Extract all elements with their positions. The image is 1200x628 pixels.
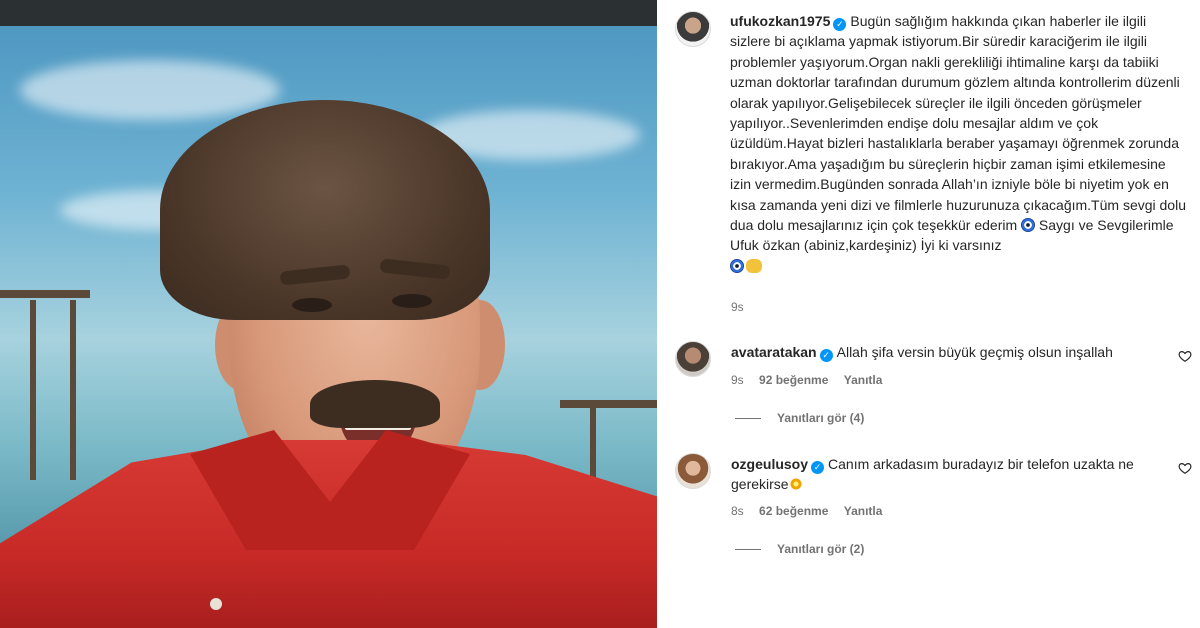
cloud (20, 60, 280, 120)
heart-outline-icon[interactable] (1178, 461, 1192, 475)
evil-eye-emoji-icon (1021, 218, 1036, 233)
comments-panel: ufukozkan1975 ✓ Bugün sağlığım hakkında çı… (657, 0, 1200, 628)
author-avatar[interactable] (675, 11, 711, 47)
heart-hands-emoji-icon (746, 258, 762, 273)
shirt-button (210, 598, 222, 610)
comment-likes[interactable]: 92 beğenme (759, 373, 828, 387)
comment-likes[interactable]: 62 beğenme (759, 504, 828, 518)
reply-button[interactable]: Yanıtla (844, 373, 883, 387)
evil-eye-emoji-icon (730, 258, 744, 273)
view-replies-button[interactable]: Yanıtları gör (4) (735, 411, 864, 425)
comment-avatar[interactable] (675, 453, 711, 489)
verified-badge-icon: ✓ (819, 349, 833, 362)
image-top-bar (0, 0, 657, 26)
post-caption: ufukozkan1975 ✓ Bugün sağlığım hakkında çı… (730, 11, 1190, 276)
pier-rail (0, 290, 90, 298)
reply-button[interactable]: Yanıtla (844, 504, 883, 518)
caption-text: Bugün sağlığım hakkında çıkan haberler i… (730, 13, 1186, 234)
view-replies-label: Yanıtları gör (4) (777, 411, 865, 425)
eye (292, 298, 332, 312)
comment-username[interactable]: avataratakan (731, 344, 817, 360)
mustache (310, 380, 440, 428)
pier-rail (560, 400, 657, 408)
comment-text: Allah şifa versin büyük geçmiş olsun inş… (836, 344, 1113, 360)
pier-post (30, 300, 36, 480)
comment: ozgeulusoy ✓ Canım arkadasım buradayız bir… (731, 454, 1151, 494)
post-timestamp[interactable]: 9s (731, 300, 744, 314)
view-replies-button[interactable]: Yanıtları gör (2) (735, 542, 864, 556)
comment-time[interactable]: 8s (731, 504, 744, 518)
comment-meta: 8s 62 beğenme Yanıtla (731, 504, 882, 518)
eye (392, 294, 432, 308)
heart-outline-icon[interactable] (1178, 349, 1192, 363)
sparkle-emoji-icon (788, 477, 803, 491)
replies-divider (735, 548, 761, 550)
comment-username[interactable]: ozgeulusoy (731, 456, 808, 472)
pier-post (70, 300, 76, 480)
author-username[interactable]: ufukozkan1975 (730, 13, 830, 29)
comment: avataratakan ✓ Allah şifa versin büyük geç… (731, 342, 1161, 362)
hair (160, 100, 490, 320)
post-image[interactable] (0, 0, 657, 628)
comment-avatar[interactable] (675, 341, 711, 377)
verified-badge-icon: ✓ (811, 461, 825, 474)
view-replies-label: Yanıtları gör (2) (777, 542, 865, 556)
verified-badge-icon: ✓ (833, 18, 847, 31)
comment-meta: 9s 92 beğenme Yanıtla (731, 373, 882, 387)
replies-divider (735, 417, 761, 419)
comment-time[interactable]: 9s (731, 373, 744, 387)
